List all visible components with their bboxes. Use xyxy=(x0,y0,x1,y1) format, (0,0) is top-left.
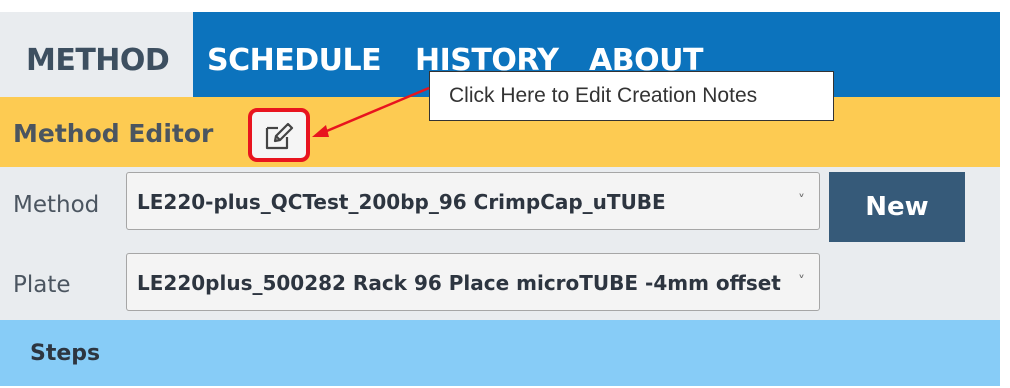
plate-label: Plate xyxy=(13,272,71,298)
method-editor-title: Method Editor xyxy=(13,119,214,148)
steps-header: Steps xyxy=(0,320,1000,386)
tab-method[interactable]: METHOD xyxy=(0,12,193,97)
new-button[interactable]: New xyxy=(829,172,965,242)
chevron-down-icon: ˅ xyxy=(798,274,805,290)
tab-schedule[interactable]: SCHEDULE xyxy=(207,12,382,97)
plate-select[interactable]: LE220plus_500282 Rack 96 Place microTUBE… xyxy=(126,253,820,311)
edit-notes-callout: Click Here to Edit Creation Notes xyxy=(429,71,834,121)
steps-title: Steps xyxy=(30,341,101,366)
edit-notes-button[interactable] xyxy=(248,108,310,162)
method-select[interactable]: LE220-plus_QCTest_200bp_96 CrimpCap_uTUB… xyxy=(126,172,820,230)
method-select-value: LE220-plus_QCTest_200bp_96 CrimpCap_uTUB… xyxy=(137,190,666,214)
top-strip xyxy=(0,0,1010,12)
plate-select-value: LE220plus_500282 Rack 96 Place microTUBE… xyxy=(137,271,781,295)
chevron-down-icon: ˅ xyxy=(798,193,805,209)
method-label: Method xyxy=(13,192,100,218)
edit-notes-icon xyxy=(265,122,294,150)
